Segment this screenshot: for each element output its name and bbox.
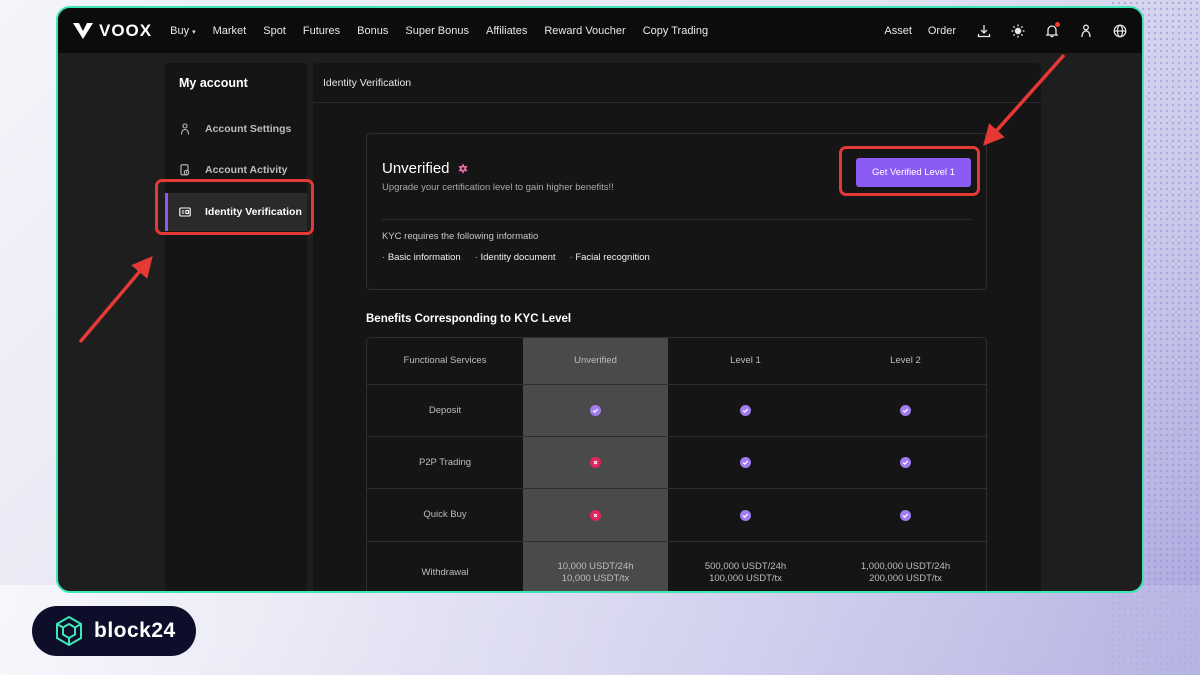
sidebar-title: My account bbox=[179, 76, 248, 90]
nav-market[interactable]: Market bbox=[213, 25, 247, 37]
activity-icon bbox=[180, 164, 190, 176]
table-row: Quick Buy bbox=[367, 489, 986, 542]
top-navigation: VOOX Buy ▾ Market Spot Futures Bonus Supe… bbox=[58, 8, 1142, 53]
kyc-requirements-label: KYC requires the following informatio bbox=[382, 231, 539, 242]
globe-icon[interactable] bbox=[1112, 23, 1128, 39]
bell-icon[interactable] bbox=[1044, 21, 1060, 39]
nav-order[interactable]: Order bbox=[928, 25, 956, 37]
kyc-item-basic-information: Basic information bbox=[382, 252, 461, 263]
table-header: Level 2 bbox=[890, 355, 921, 366]
service-name: Quick Buy bbox=[423, 509, 467, 520]
card-divider bbox=[382, 219, 971, 220]
user-icon bbox=[180, 123, 190, 135]
nav-bonus[interactable]: Bonus bbox=[357, 25, 388, 37]
table-header: Unverified bbox=[574, 355, 617, 366]
kyc-item-identity-document: Identity document bbox=[475, 252, 556, 263]
nav-copy-trading[interactable]: Copy Trading bbox=[643, 25, 708, 37]
service-name: Withdrawal bbox=[421, 567, 469, 578]
verification-badge-icon bbox=[458, 163, 468, 174]
check-icon bbox=[740, 509, 751, 521]
check-icon bbox=[900, 457, 911, 468]
table-row: P2P Trading bbox=[367, 437, 986, 489]
chevron-down-icon: ▾ bbox=[192, 28, 196, 36]
status-subtitle: Upgrade your certification level to gain… bbox=[382, 182, 614, 193]
voox-logo[interactable]: VOOX bbox=[72, 21, 152, 41]
service-name: P2P Trading bbox=[418, 456, 472, 468]
table-header: Level 1 bbox=[730, 355, 761, 366]
browser-window: VOOX Buy ▾ Market Spot Futures Bonus Supe… bbox=[56, 6, 1144, 593]
nav-super-bonus[interactable]: Super Bonus bbox=[405, 25, 469, 37]
table-header-row: Functional Services Unverified Level 1 L… bbox=[367, 338, 986, 385]
withdrawal-limit-level-1: 500,000 USDT/24h 100,000 USDT/tx bbox=[704, 561, 787, 584]
nav-buy[interactable]: Buy ▾ bbox=[170, 25, 195, 37]
nav-asset[interactable]: Asset bbox=[884, 25, 912, 37]
table-row: Withdrawal 10,000 USDT/24h 10,000 USDT/t… bbox=[367, 542, 986, 591]
notification-dot bbox=[1055, 21, 1060, 27]
nav-affiliates[interactable]: Affiliates bbox=[486, 25, 527, 37]
account-sidebar: My account Account Settings Account Acti… bbox=[165, 63, 307, 591]
benefits-title: Benefits Corresponding to KYC Level bbox=[366, 313, 572, 325]
withdrawal-limit-unverified: 10,000 USDT/24h 10,000 USDT/tx bbox=[557, 561, 634, 584]
check-icon bbox=[900, 405, 911, 416]
watermark-text: block24 bbox=[94, 619, 176, 642]
cross-icon bbox=[590, 509, 601, 521]
sidebar-item-label: Account Settings bbox=[205, 123, 292, 135]
user-icon[interactable] bbox=[1078, 23, 1094, 39]
cross-icon bbox=[590, 457, 601, 468]
kyc-requirements-list: Basic information Identity document Faci… bbox=[382, 252, 664, 263]
sidebar-item-label: Account Activity bbox=[205, 164, 288, 176]
cube-logo-icon bbox=[56, 615, 82, 647]
main-panel: Identity Verification Unverified Upgrade… bbox=[313, 63, 1041, 591]
check-icon bbox=[740, 457, 751, 468]
page-title: Identity Verification bbox=[313, 63, 1041, 103]
block24-watermark: block24 bbox=[32, 606, 196, 656]
nav-futures[interactable]: Futures bbox=[303, 25, 340, 37]
check-icon bbox=[900, 509, 911, 521]
check-icon bbox=[590, 405, 601, 416]
sidebar-item-account-settings[interactable]: Account Settings bbox=[165, 110, 307, 148]
annotation-box-button bbox=[839, 146, 980, 196]
service-name: Deposit bbox=[428, 404, 462, 416]
theme-sun-icon[interactable] bbox=[1010, 23, 1026, 39]
table-row: Deposit bbox=[367, 385, 986, 437]
status-title: Unverified bbox=[382, 160, 469, 177]
download-icon[interactable] bbox=[976, 23, 992, 39]
logo-text: VOOX bbox=[99, 20, 153, 40]
voox-logo-icon bbox=[73, 22, 93, 39]
kyc-benefits-table: Functional Services Unverified Level 1 L… bbox=[366, 337, 987, 591]
check-icon bbox=[740, 405, 751, 416]
annotation-box-sidebar bbox=[155, 179, 314, 235]
table-header: Functional Services bbox=[403, 355, 487, 366]
nav-right-group: Asset Order bbox=[884, 21, 1128, 39]
kyc-item-facial-recognition: Facial recognition bbox=[570, 252, 649, 263]
nav-reward-voucher[interactable]: Reward Voucher bbox=[544, 25, 625, 37]
nav-spot[interactable]: Spot bbox=[263, 25, 286, 37]
withdrawal-limit-level-2: 1,000,000 USDT/24h 200,000 USDT/tx bbox=[860, 561, 951, 584]
